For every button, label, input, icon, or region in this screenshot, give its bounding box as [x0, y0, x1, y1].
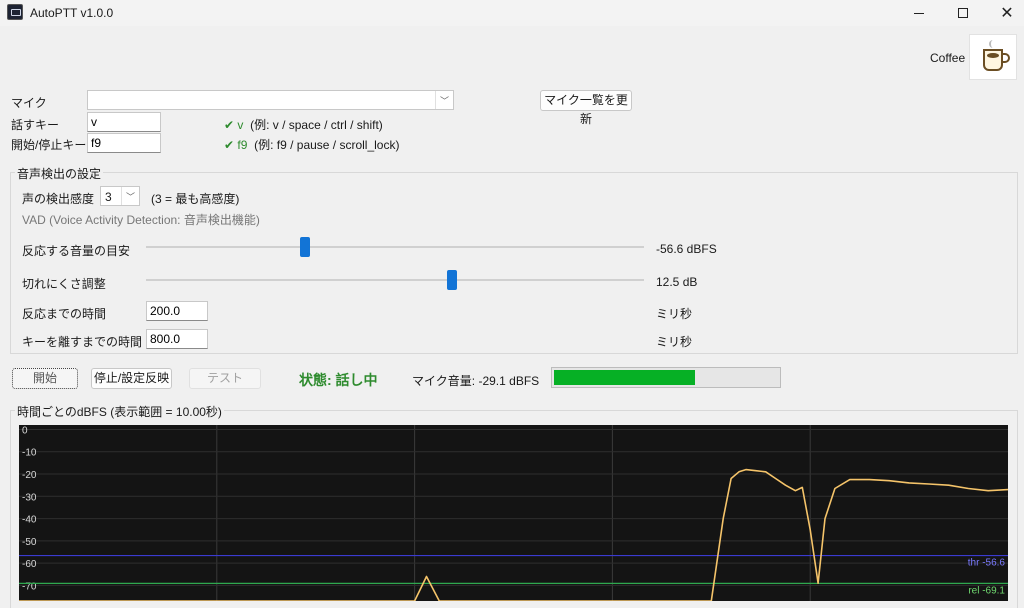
- y-tick-label: -30: [22, 492, 37, 503]
- hold-unit: ミリ秒: [656, 335, 693, 349]
- close-icon: ✕: [1000, 3, 1014, 22]
- toggle-key-label: 開始/停止キー: [11, 138, 87, 152]
- window-title: AutoPTT v1.0.0: [30, 6, 114, 20]
- dbfs-chart-svg: 0-10-20-30-40-50-60-70thr -56.6rel -69.1: [19, 425, 1008, 601]
- minimize-button[interactable]: [896, 0, 942, 26]
- mic-level-value: -29.1 dBFS: [478, 374, 540, 388]
- refresh-mic-button[interactable]: マイク一覧を更新: [540, 90, 632, 126]
- dbfs-chart: 0 -10 -20 -30 -40 -50 -60 -70 thr -56.6 rel -69.1: [19, 425, 1008, 601]
- release-slider[interactable]: [146, 279, 644, 281]
- talk-key-label: 話すキー: [11, 118, 60, 132]
- check-icon: ✔: [224, 118, 235, 132]
- mic-label: マイク: [11, 96, 47, 110]
- hold-input[interactable]: [146, 329, 208, 349]
- chevron-down-icon: ﹀: [435, 91, 453, 109]
- maximize-button[interactable]: [940, 0, 986, 26]
- y-tick-label: -60: [22, 559, 37, 570]
- dbfs-series-line: [19, 468, 1008, 601]
- release-label: 切れにくさ調整: [22, 277, 106, 291]
- sensitivity-note: (3 = 最も高感度): [151, 192, 240, 206]
- toggle-key-hint: (例: f9 / pause / scroll_lock): [254, 138, 400, 152]
- release-value: 12.5 dB: [656, 275, 698, 289]
- y-tick-label: -10: [22, 448, 37, 459]
- threshold-slider-thumb[interactable]: [300, 237, 311, 257]
- coffee-button[interactable]: [969, 34, 1017, 80]
- talk-key-hint: (例: v / space / ctrl / shift): [250, 118, 383, 132]
- title-bar: AutoPTT v1.0.0 ✕: [0, 0, 1024, 26]
- attack-unit: ミリ秒: [656, 307, 693, 321]
- chevron-down-icon: ﹀: [121, 187, 139, 205]
- mic-level-caption: マイク音量:: [412, 374, 476, 388]
- toggle-key-input[interactable]: [87, 133, 161, 153]
- release-slider-thumb[interactable]: [447, 270, 458, 290]
- status-text: 状態: 話し中: [299, 372, 378, 388]
- y-tick-label: -40: [22, 515, 37, 526]
- y-tick-label: 0: [22, 425, 28, 436]
- app-icon: [7, 4, 23, 20]
- attack-label: 反応までの時間: [22, 307, 107, 321]
- start-button[interactable]: 開始: [12, 368, 78, 389]
- y-tick-label: -50: [22, 537, 37, 548]
- chart-title: 時間ごとのdBFS (表示範囲 = 10.00秒): [15, 403, 224, 420]
- vad-settings-title: 音声検出の設定: [15, 165, 104, 182]
- stop-apply-button[interactable]: 停止/設定反映: [91, 368, 172, 389]
- toggle-key-status-key: f9: [237, 138, 248, 152]
- close-button[interactable]: ✕: [984, 0, 1024, 26]
- talk-key-status-key: v: [237, 118, 244, 132]
- toggle-key-status: ✔ f9 (例: f9 / pause / scroll_lock): [224, 136, 399, 153]
- threshold-slider[interactable]: [146, 246, 644, 248]
- mic-level-meter-fill: [554, 370, 696, 385]
- sensitivity-value: 3: [105, 190, 112, 204]
- vad-note: VAD (Voice Activity Detection: 音声検出機能): [22, 213, 260, 227]
- minimize-icon: [914, 12, 924, 14]
- mic-select[interactable]: ﹀: [87, 90, 454, 110]
- mic-level-label: マイク音量: -29.1 dBFS: [412, 372, 539, 389]
- threshold-label: 反応する音量の目安: [22, 244, 131, 258]
- sensitivity-label: 声の検出感度: [22, 192, 95, 206]
- talk-key-status: ✔ v (例: v / space / ctrl / shift): [224, 116, 383, 133]
- test-button[interactable]: テスト: [189, 368, 261, 389]
- sensitivity-select[interactable]: 3 ﹀: [100, 186, 140, 206]
- mic-level-meter: [551, 367, 781, 388]
- threshold-line-label: rel -69.1: [968, 585, 1005, 596]
- check-icon: ✔: [224, 138, 235, 152]
- threshold-value: -56.6 dBFS: [656, 242, 717, 256]
- talk-key-input[interactable]: [87, 112, 161, 132]
- hold-label: キーを離すまでの時間: [22, 335, 143, 349]
- y-tick-label: -20: [22, 470, 37, 481]
- attack-input[interactable]: [146, 301, 208, 321]
- maximize-icon: [958, 8, 968, 18]
- threshold-line-label: thr -56.6: [968, 558, 1006, 569]
- coffee-label: Coffee: [930, 51, 966, 65]
